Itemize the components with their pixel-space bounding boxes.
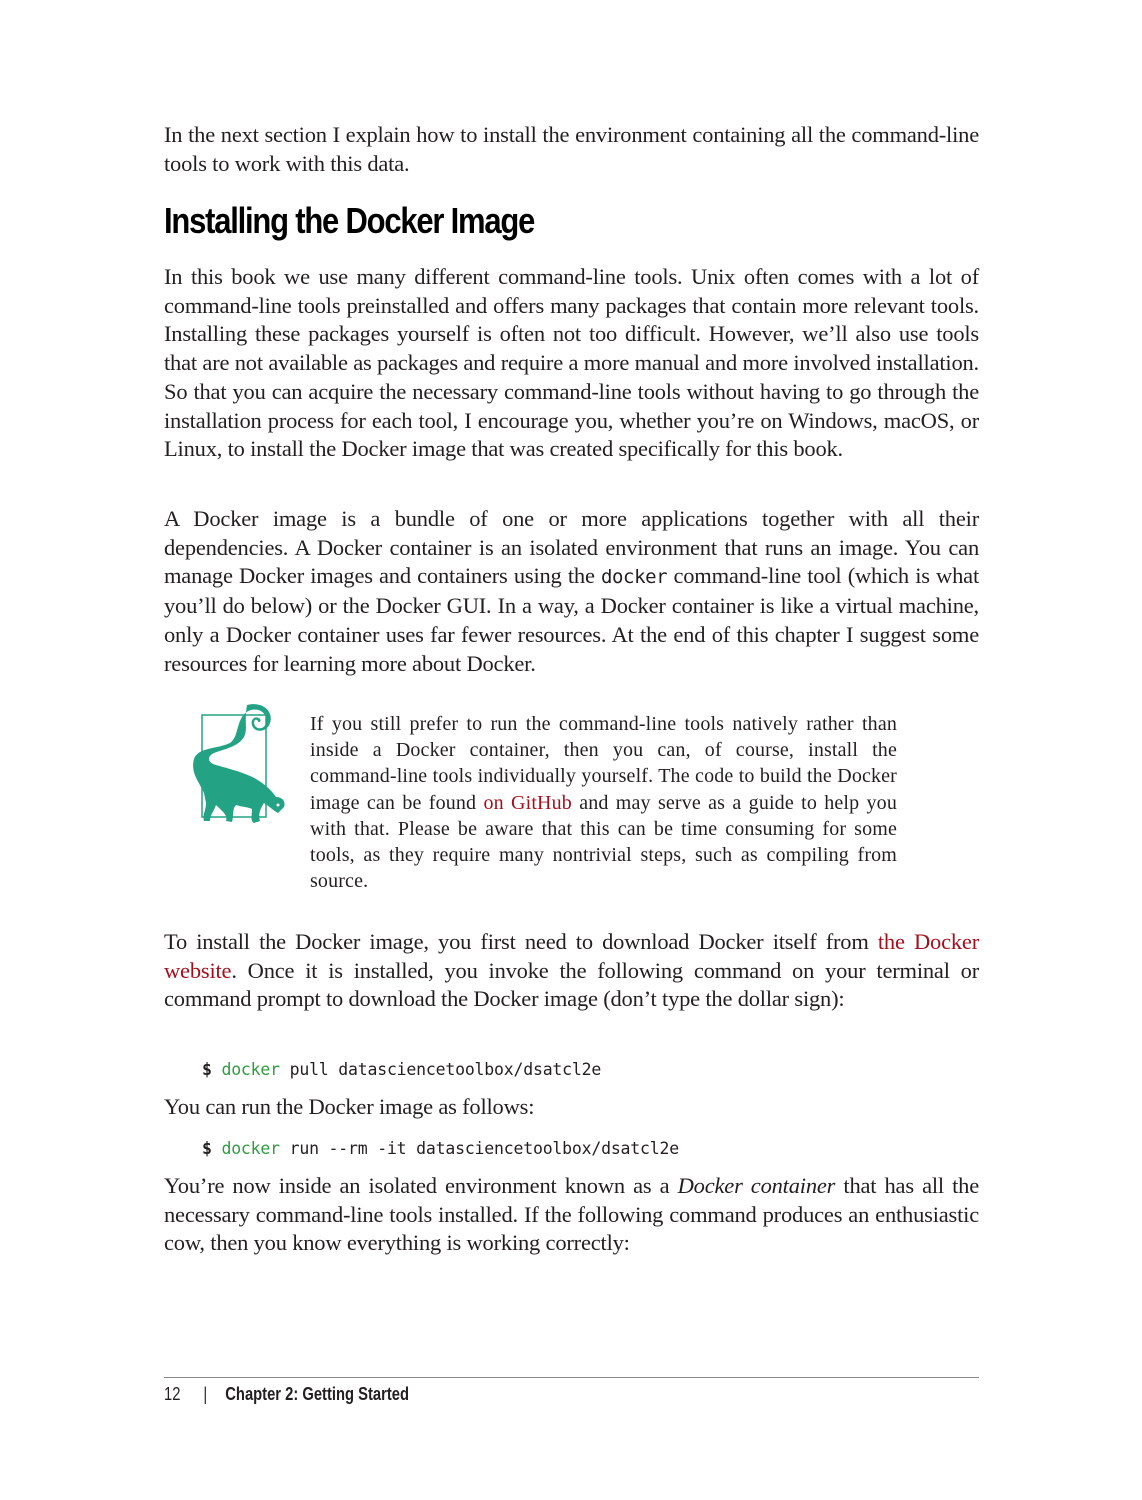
shell-prompt: $ (202, 1060, 212, 1079)
page-number: 12 (164, 1384, 181, 1404)
chapter-title: Chapter 2: Getting Started (225, 1384, 409, 1404)
text: . Once it is installed, you invoke the f… (164, 957, 979, 1012)
shell-prompt: $ (202, 1139, 212, 1158)
inline-code-docker: docker (600, 566, 668, 589)
command-args: pull datasciencetoolbox/dsatcl2e (279, 1060, 602, 1079)
text: To install the Docker image, you first n… (164, 929, 878, 954)
command-name: docker (221, 1060, 280, 1079)
paragraph-why-docker: In this book we use many different comma… (164, 264, 979, 462)
section-heading: Installing the Docker Image (164, 200, 535, 241)
command-args: run --rm -it datasciencetoolbox/dsatcl2e (279, 1139, 680, 1158)
lemur-tip-icon (192, 703, 292, 833)
text: You’re now inside an isolated environmen… (164, 1173, 678, 1198)
paragraph-run-image: You can run the Docker image as follows: (164, 1094, 535, 1119)
command-name: docker (221, 1139, 280, 1158)
footer-separator: | (203, 1384, 208, 1404)
emphasis-docker-container: Docker container (677, 1173, 836, 1198)
intro-paragraph: In the next section I explain how to ins… (164, 122, 979, 176)
github-link[interactable]: on GitHub (483, 792, 571, 814)
tip-note-text: If you still prefer to run the command-l… (310, 711, 897, 894)
page-footer: 12 | Chapter 2: Getting Started (164, 1384, 409, 1405)
paragraph-inside-container: You’re now inside an isolated environmen… (164, 1172, 979, 1258)
code-block-pull: $ docker pull datasciencetoolbox/dsatcl2… (202, 1060, 601, 1080)
footer-divider (164, 1377, 979, 1378)
code-block-run: $ docker run --rm -it datasciencetoolbox… (202, 1139, 679, 1159)
paragraph-install-docker: To install the Docker image, you first n… (164, 928, 979, 1014)
paragraph-docker-explained: A Docker image is a bundle of one or mor… (164, 505, 979, 678)
